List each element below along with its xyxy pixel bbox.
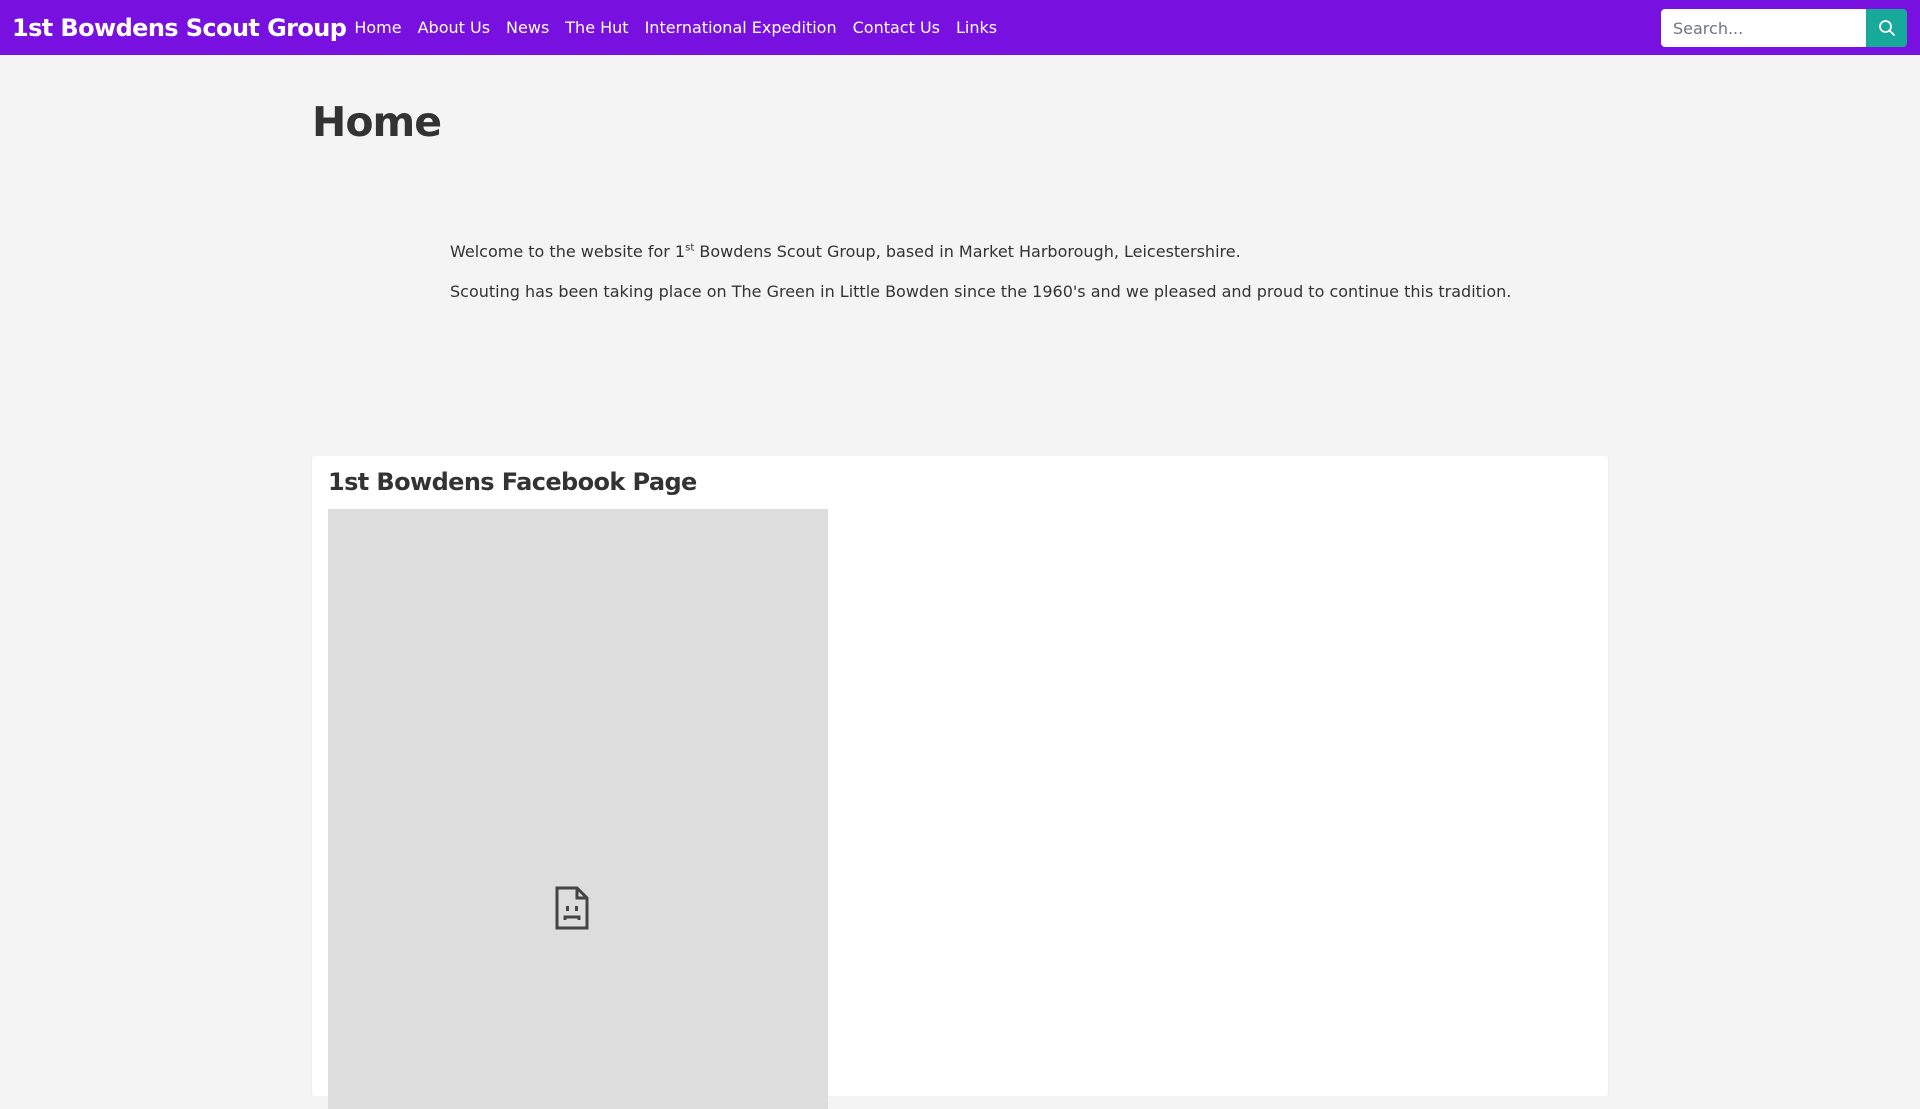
nav-links: Home About Us News The Hut International… bbox=[354, 18, 1013, 37]
facebook-card: 1st Bowdens Facebook Page bbox=[312, 456, 1608, 1109]
intro-p1-superscript: st bbox=[685, 242, 695, 254]
nav-the-hut[interactable]: The Hut bbox=[565, 18, 628, 37]
page-title: Home bbox=[312, 98, 442, 146]
intro-paragraph-2: Scouting has been taking place on The Gr… bbox=[450, 282, 1512, 301]
nav-news[interactable]: News bbox=[506, 18, 549, 37]
top-navbar: 1st Bowdens Scout Group Home About Us Ne… bbox=[0, 0, 1920, 55]
search-input[interactable] bbox=[1661, 9, 1866, 47]
intro-text: Welcome to the website for 1st Bowdens S… bbox=[450, 240, 1511, 320]
nav-international-expedition[interactable]: International Expedition bbox=[645, 18, 837, 37]
nav-links-page[interactable]: Links bbox=[956, 18, 997, 37]
search-icon bbox=[1878, 20, 1895, 36]
facebook-card-title: 1st Bowdens Facebook Page bbox=[328, 468, 697, 496]
search-form bbox=[1661, 9, 1907, 47]
sad-document-icon bbox=[555, 886, 589, 930]
site-brand[interactable]: 1st Bowdens Scout Group bbox=[12, 14, 347, 42]
nav-contact-us[interactable]: Contact Us bbox=[853, 18, 940, 37]
nav-about-us[interactable]: About Us bbox=[418, 18, 490, 37]
search-button[interactable] bbox=[1866, 9, 1907, 47]
intro-paragraph-1: Welcome to the website for 1st Bowdens S… bbox=[450, 240, 1511, 263]
facebook-embed-frame[interactable] bbox=[328, 509, 828, 1109]
nav-home[interactable]: Home bbox=[354, 18, 401, 37]
intro-p1-start: Welcome to the website for 1 bbox=[450, 242, 686, 261]
intro-p1-end: Bowdens Scout Group, based in Market Har… bbox=[694, 242, 1241, 261]
